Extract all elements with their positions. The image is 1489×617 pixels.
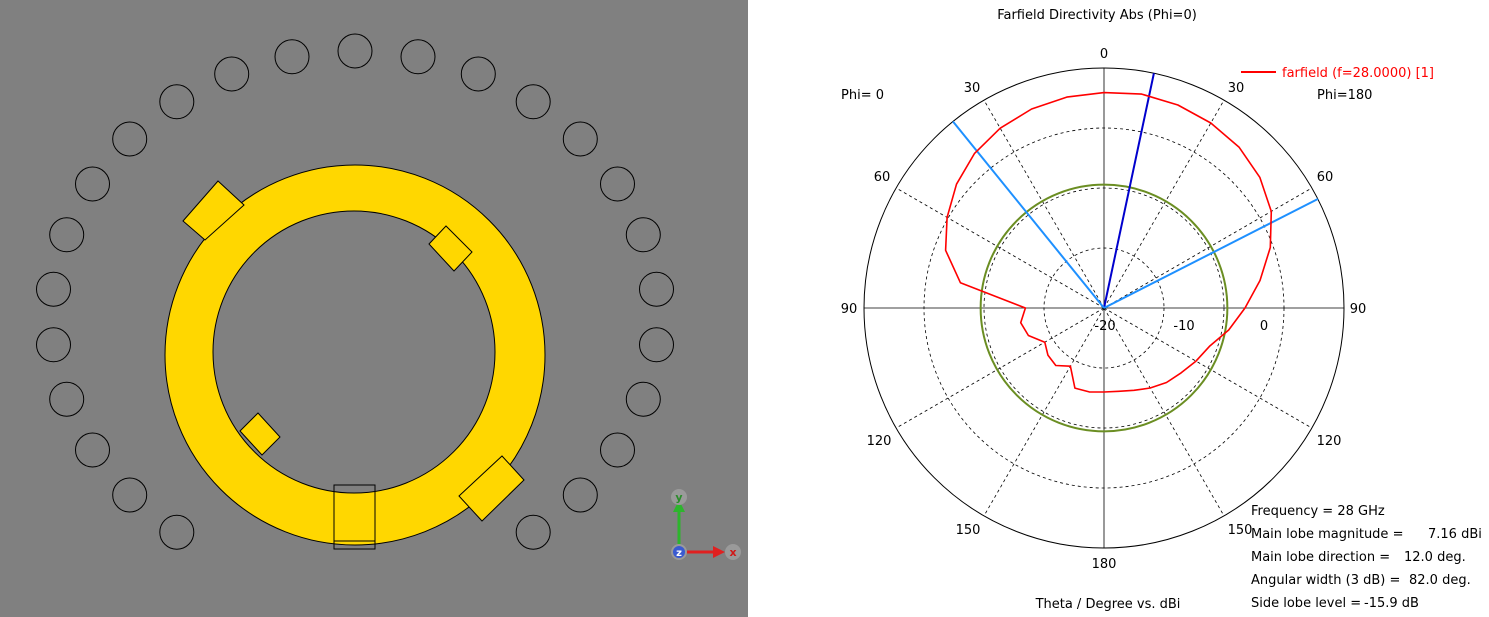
plot-title: Farfield Directivity Abs (Phi=0)	[997, 8, 1197, 23]
info-main-lobe-direction-label: Main lobe direction =	[1251, 550, 1391, 565]
via-hole	[49, 381, 85, 417]
via-hole	[515, 84, 551, 120]
farfield-plot-panel: Farfield Directivity Abs (Phi=0) 0 30 30…	[748, 0, 1489, 617]
via-hole	[639, 271, 674, 307]
angle-label-30-left: 30	[964, 81, 981, 96]
info-main-lobe-magnitude-label: Main lobe magnitude =	[1251, 527, 1404, 542]
legend: farfield (f=28.0000) [1]	[1241, 66, 1434, 81]
via-hole	[274, 39, 310, 75]
split-ring-resonator	[164, 164, 546, 550]
angle-label-120-left: 120	[867, 434, 892, 449]
radial-label-minus20: -20	[1094, 319, 1115, 334]
cad-viewport[interactable]: y x z	[0, 0, 748, 617]
axis-z-label: z	[676, 548, 682, 559]
via-hole	[49, 217, 85, 253]
series-farfield-curve	[944, 91, 1273, 393]
via-hole	[112, 477, 148, 513]
radial-label-minus10: -10	[1173, 319, 1194, 334]
angle-label-90-right: 90	[1350, 302, 1367, 317]
info-main-lobe-direction-value: 12.0 deg.	[1404, 550, 1466, 565]
antenna-layout: y x z	[36, 33, 741, 560]
via-hole	[515, 514, 551, 550]
via-hole	[36, 271, 71, 307]
via-hole	[460, 56, 496, 92]
grid-spoke	[1103, 307, 1225, 517]
phi-left-label: Phi= 0	[841, 88, 884, 103]
grid-spoke	[1103, 307, 1313, 429]
beamwidth-right-line	[1103, 198, 1319, 309]
legend-label: farfield (f=28.0000) [1]	[1282, 66, 1434, 81]
polar-chart: Farfield Directivity Abs (Phi=0) 0 30 30…	[841, 8, 1434, 612]
via-hole	[600, 166, 635, 202]
via-hole	[159, 514, 195, 550]
via-hole	[625, 381, 661, 417]
via-hole	[639, 327, 674, 363]
via-hole	[75, 166, 110, 202]
axis-x-label: x	[729, 546, 736, 559]
main-lobe-direction-line	[1103, 73, 1155, 309]
via-hole	[337, 33, 373, 69]
via-ring	[36, 33, 674, 550]
angle-label-180: 180	[1092, 557, 1117, 572]
angle-label-60-right: 60	[1317, 170, 1334, 185]
axis-y-label: y	[675, 491, 682, 504]
angle-label-150-right: 150	[1228, 523, 1253, 538]
via-hole	[214, 56, 250, 92]
angle-label-60-left: 60	[874, 170, 891, 185]
info-frequency: Frequency = 28 GHz	[1251, 504, 1385, 519]
via-hole	[36, 327, 71, 363]
grid-spoke	[895, 307, 1105, 429]
radial-label-0: 0	[1260, 319, 1268, 334]
beamwidth-left-line	[952, 120, 1105, 309]
angle-label-150-left: 150	[956, 523, 981, 538]
via-hole	[75, 432, 110, 468]
via-hole	[400, 39, 436, 75]
x-axis-label: Theta / Degree vs. dBi	[1035, 597, 1181, 612]
via-hole	[562, 121, 598, 157]
grid-spoke	[1103, 187, 1313, 309]
info-side-lobe-label: Side lobe level =	[1251, 596, 1362, 611]
angle-label-0: 0	[1100, 47, 1108, 62]
grid-spoke	[983, 307, 1105, 517]
grid-spoke	[983, 99, 1105, 309]
phi-right-label: Phi=180	[1317, 88, 1372, 103]
info-angular-width-value: 82.0 deg.	[1409, 573, 1471, 588]
via-hole	[112, 121, 148, 157]
angle-label-120-right: 120	[1317, 434, 1342, 449]
info-main-lobe-magnitude-value: 7.16 dBi	[1428, 527, 1482, 542]
via-hole	[600, 432, 635, 468]
info-angular-width-label: Angular width (3 dB) =	[1251, 573, 1401, 588]
grid-spoke	[895, 187, 1105, 309]
axis-triad: y x z	[671, 489, 741, 560]
via-hole	[159, 84, 195, 120]
angle-label-90-left: 90	[841, 302, 858, 317]
via-hole	[625, 217, 661, 253]
info-side-lobe-value: -15.9 dB	[1364, 596, 1419, 611]
angle-label-30-right: 30	[1228, 81, 1245, 96]
via-hole	[562, 477, 598, 513]
